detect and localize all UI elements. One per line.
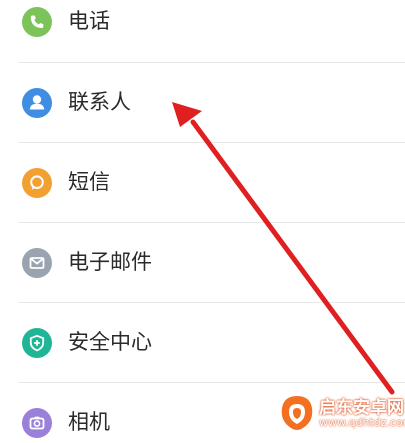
camera-icon <box>22 408 52 438</box>
message-icon <box>22 168 52 198</box>
divider <box>18 382 405 383</box>
divider <box>18 142 405 143</box>
site-watermark: 启东安卓网 www.qdhtdz.com <box>273 389 405 439</box>
list-item-email[interactable]: 电子邮件 <box>0 243 405 283</box>
mail-icon <box>22 248 52 278</box>
list-item-contacts[interactable]: 联系人 <box>0 83 405 123</box>
list-item-messages[interactable]: 短信 <box>0 163 405 203</box>
watermark-title: 启东安卓网 <box>319 398 404 418</box>
list-item-label: 相机 <box>68 410 110 434</box>
list-item-label: 短信 <box>68 170 110 194</box>
list-item-label: 联系人 <box>68 90 131 114</box>
contacts-icon <box>22 88 52 118</box>
watermark-url: www.qdhtdz.com <box>319 416 405 429</box>
list-item-phone[interactable]: 电话 <box>0 2 405 42</box>
phone-icon <box>22 7 52 37</box>
watermark-logo-icon <box>277 393 317 433</box>
shield-icon <box>22 328 52 358</box>
list-item-label: 安全中心 <box>68 330 152 354</box>
settings-list: 电话 联系人 短信 电子邮件 安全中心 相机 <box>0 0 405 439</box>
divider <box>18 222 405 223</box>
list-item-label: 电子邮件 <box>68 250 152 274</box>
list-item-security[interactable]: 安全中心 <box>0 323 405 363</box>
divider <box>18 302 405 303</box>
divider <box>18 62 405 63</box>
list-item-label: 电话 <box>68 9 110 33</box>
